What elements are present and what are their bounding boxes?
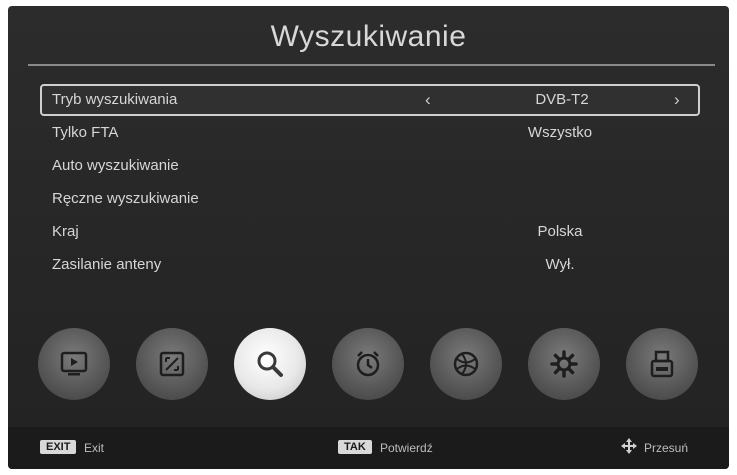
menu-item-value: Polska [537,223,583,240]
exit-label: Exit [84,441,105,455]
chevron-left-icon[interactable]: ‹ [425,90,431,110]
chevron-right-icon[interactable]: › [674,90,680,110]
timer-menu-button[interactable] [332,328,404,400]
menu-item-label: Ręczne wyszukiwanie [52,190,199,207]
network-menu-button[interactable] [430,328,502,400]
tv-menu-button[interactable] [38,328,110,400]
menu-item-label: Tryb wyszukiwania [52,91,178,108]
exit-key[interactable]: EXIT [40,440,77,454]
title-divider [28,64,715,66]
alarm-clock-icon [356,351,380,377]
footer-bar: EXIT Exit TAK Potwierdź Przesuń [8,427,729,469]
menu-item-country[interactable]: Kraj Polska [40,216,700,248]
menu-item-value: DVB-T2 [535,91,589,108]
menu-item-value: Wszystko [527,124,593,141]
menu-item-auto-search[interactable]: Auto wyszukiwanie [40,150,700,182]
move-label: Przesuń [644,441,689,455]
gear-icon [550,350,578,378]
ok-label: Potwierdź [380,441,433,455]
globe-icon [453,351,479,377]
ok-key[interactable]: TAK [338,440,372,454]
picture-icon [159,351,185,377]
move-arrows-icon [620,437,638,455]
usb-menu-button[interactable] [626,328,698,400]
menu-item-label: Auto wyszukiwanie [52,157,179,174]
search-menu-button[interactable] [234,328,306,400]
menu-item-manual-search[interactable]: Ręczne wyszukiwanie [40,183,700,215]
menu-item-label: Kraj [52,223,79,240]
settings-menu-button[interactable] [528,328,600,400]
search-menu: Tryb wyszukiwania ‹ DVB-T2 › Tylko FTA W… [40,84,700,282]
picture-menu-button[interactable] [136,328,208,400]
menu-item-value: Wył. [545,256,575,273]
menu-item-search-mode[interactable]: Tryb wyszukiwania ‹ DVB-T2 › [40,84,700,116]
usb-icon [650,350,674,378]
main-menu-icons [38,328,708,408]
menu-item-fta-only[interactable]: Tylko FTA Wszystko [40,117,700,149]
page-title: Wyszukiwanie [270,20,467,53]
menu-item-label: Tylko FTA [52,124,119,141]
search-icon [257,351,283,377]
menu-item-label: Zasilanie anteny [52,256,162,273]
settings-screen: Wyszukiwanie Tryb wyszukiwania ‹ DVB-T2 … [8,6,729,469]
tv-icon [60,351,88,376]
menu-item-antenna-power[interactable]: Zasilanie anteny Wył. [40,249,700,281]
